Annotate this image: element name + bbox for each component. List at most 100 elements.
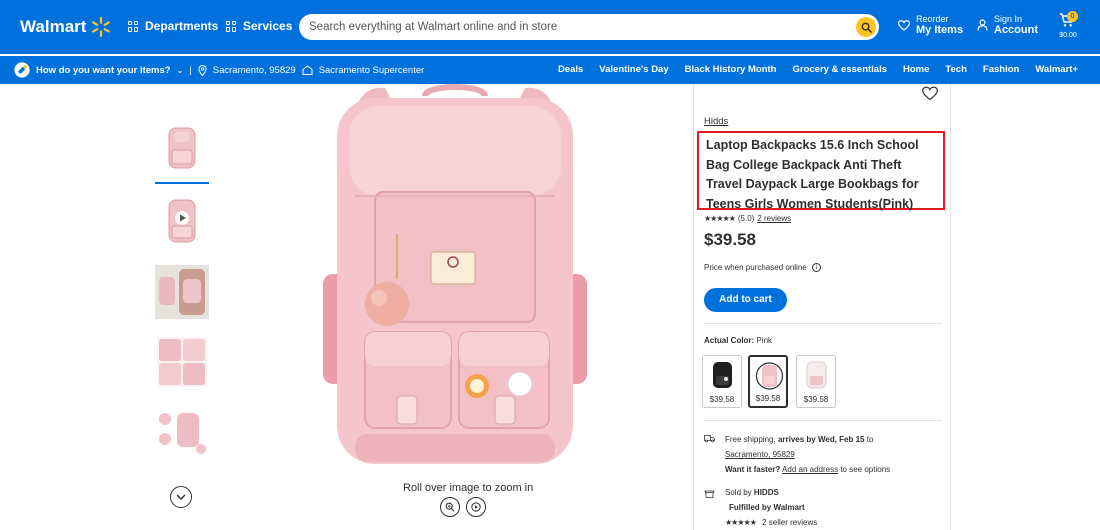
top-header: Walmart Departments Services Search ever… (0, 0, 1100, 54)
nav-black-history-month[interactable]: Black History Month (685, 64, 777, 75)
add-address-link[interactable]: Add an address (782, 465, 838, 474)
nav-walmart-plus[interactable]: Walmart+ (1035, 64, 1078, 75)
play-video-button[interactable] (466, 497, 486, 517)
seller-star-rating: ★★★★★ (725, 518, 757, 527)
sold-by-text: Sold by (725, 488, 752, 497)
thumbnail-3[interactable] (155, 265, 209, 319)
white-backpack-image (806, 361, 827, 389)
product-info-panel: Hidds Laptop Backpacks 15.6 Inch School … (693, 84, 951, 530)
pink-backpack-image (756, 362, 783, 390)
free-shipping-text: Free shipping, (725, 435, 776, 444)
departments-label: Departments (145, 19, 219, 33)
black-backpack-image (713, 362, 732, 388)
thumbnail-5[interactable] (155, 405, 209, 459)
video-thumb-image (168, 199, 196, 243)
services-grid-icon (226, 20, 237, 32)
zoom-button[interactable] (440, 497, 460, 517)
rating-row: ★★★★★ (5.0) 2 reviews (704, 214, 791, 223)
brand-link[interactable]: Hidds (704, 116, 728, 127)
search-input[interactable] (309, 14, 829, 40)
color-label: Actual Color: (704, 336, 755, 345)
main-product-image[interactable] (315, 84, 595, 474)
add-to-cart-button[interactable]: Add to cart (704, 288, 787, 312)
nav-deals[interactable]: Deals (558, 64, 583, 75)
divider: | (189, 64, 192, 76)
zoom-in-icon (445, 502, 455, 512)
reviews-link[interactable]: 2 reviews (757, 214, 791, 223)
want-faster-text: Want it faster? (725, 465, 781, 474)
star-rating: ★★★★★ (704, 214, 736, 223)
play-icon (471, 502, 481, 512)
my-items-label: My Items (916, 24, 964, 36)
spark-icon (92, 16, 111, 38)
location-pin-icon (198, 64, 207, 76)
cart-count-badge: 0 (1067, 11, 1078, 22)
nav-grocery[interactable]: Grocery & essentials (792, 64, 887, 75)
variant-swatch-black[interactable]: $39.58 (702, 355, 742, 408)
nav-valentines-day[interactable]: Valentine's Day (599, 64, 668, 75)
color-label-row: Actual Color: Pink (704, 336, 772, 345)
rating-value: (5.0) (737, 214, 755, 223)
thumbnail-4[interactable] (155, 335, 209, 389)
store-icon (704, 490, 715, 498)
fulfillment-bar: How do you want your items? ⌄ | Sacramen… (0, 56, 1100, 84)
search-bar (299, 14, 879, 40)
departments-button[interactable]: Departments (128, 19, 218, 33)
fulfilled-by-text: Fulfilled by Walmart (729, 503, 805, 512)
price-note-row: Price when purchased online i (704, 263, 821, 272)
variant-price: $39.58 (755, 394, 781, 403)
seller-name[interactable]: HIDDS (754, 488, 779, 497)
thumbnail-video[interactable] (155, 194, 209, 248)
store-icon (302, 65, 313, 75)
truck-icon (704, 435, 715, 443)
fulfillment-icon (14, 62, 30, 78)
thumbnail-1[interactable] (155, 120, 209, 184)
reorder-label: Reorder (916, 14, 949, 24)
favorite-heart-icon[interactable] (922, 86, 938, 101)
sign-in-label: Sign In (994, 14, 1023, 24)
variant-price: $39.58 (803, 395, 829, 404)
heart-icon (898, 19, 910, 31)
grid-icon (128, 20, 139, 32)
see-options-text: to see options (840, 465, 891, 474)
location-text[interactable]: Sacramento, 95829 (213, 65, 296, 76)
nav-tech[interactable]: Tech (945, 64, 966, 75)
color-value: Pink (756, 336, 773, 345)
reorder-my-items[interactable]: Reorder My Items (898, 14, 963, 36)
divider (704, 420, 942, 421)
product-title: Laptop Backpacks 15.6 Inch School Bag Co… (706, 138, 919, 211)
cart-total: $0.00 (1059, 32, 1077, 39)
variant-swatch-pink[interactable]: $39.58 (748, 355, 788, 408)
user-icon (977, 19, 988, 31)
info-icon[interactable]: i (811, 263, 821, 272)
features-thumb-image (155, 405, 209, 459)
store-text[interactable]: Sacramento Supercenter (319, 65, 425, 76)
cart-button[interactable]: 0 $0.00 (1056, 11, 1078, 39)
chevron-down-icon (176, 494, 186, 500)
seller-reviews-link[interactable]: 2 seller reviews (762, 518, 817, 527)
to-text: to (866, 435, 874, 444)
backpack-thumb-image (168, 127, 196, 169)
zoom-hint: Roll over image to zoom in (403, 482, 534, 494)
lifestyle-thumb-image (155, 265, 209, 319)
product-title-highlight: Laptop Backpacks 15.6 Inch School Bag Co… (697, 131, 945, 211)
services-button[interactable]: Services (226, 19, 292, 33)
search-button[interactable] (856, 17, 876, 37)
variant-swatch-white[interactable]: $39.58 (796, 355, 836, 408)
nav-home[interactable]: Home (903, 64, 929, 75)
services-label: Services (243, 19, 293, 33)
logo-text: Walmart (20, 17, 87, 36)
category-nav: Deals Valentine's Day Black History Mont… (558, 64, 1078, 75)
search-icon (861, 22, 872, 33)
fulfillment-question[interactable]: How do you want your items? (36, 65, 171, 76)
nav-fashion[interactable]: Fashion (983, 64, 1019, 75)
account-button[interactable]: Sign In Account (977, 14, 1038, 36)
walmart-logo[interactable]: Walmart (20, 16, 112, 38)
detail-thumb-image (157, 337, 207, 387)
variant-price: $39.58 (709, 395, 735, 404)
account-label: Account (994, 24, 1038, 36)
shipping-location-link[interactable]: Sacramento, 95829 (725, 450, 795, 459)
price-note: Price when purchased online (704, 263, 807, 272)
thumbnails-scroll-down-button[interactable] (170, 486, 192, 508)
divider (704, 323, 942, 324)
